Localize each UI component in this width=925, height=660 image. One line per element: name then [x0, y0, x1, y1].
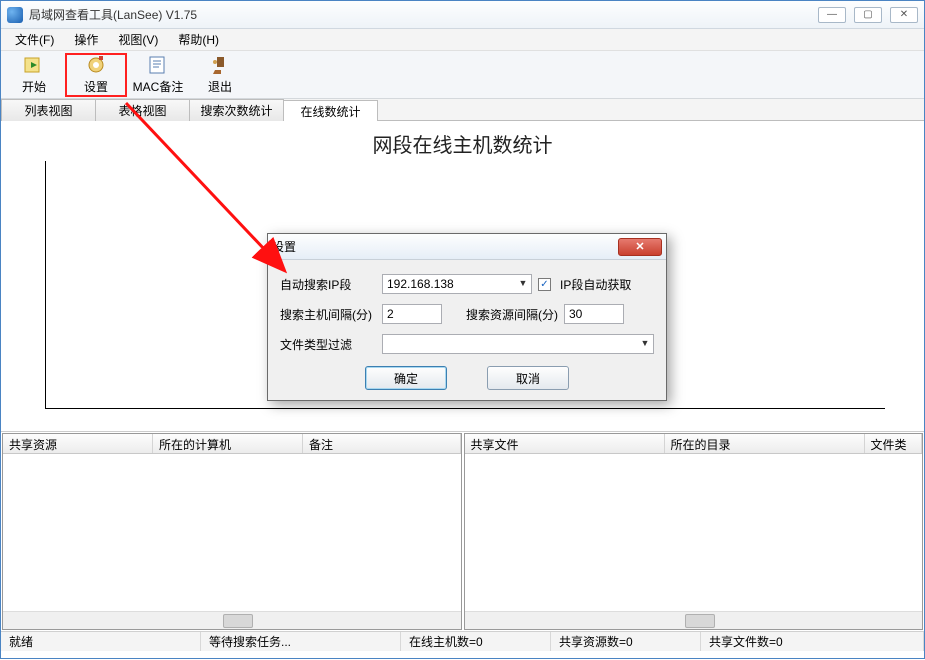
close-icon: ✕ — [635, 240, 644, 253]
col-file-type[interactable]: 文件类 — [865, 434, 923, 453]
res-interval-label: 搜索资源间隔(分) — [466, 306, 558, 323]
tab-online-stats[interactable]: 在线数统计 — [283, 100, 378, 122]
panel-left-body[interactable] — [3, 454, 461, 611]
exit-icon — [209, 54, 231, 76]
file-filter-input[interactable] — [382, 334, 654, 354]
tab-table-view[interactable]: 表格视图 — [95, 99, 190, 121]
scroll-thumb[interactable] — [685, 614, 715, 628]
exit-label: 退出 — [208, 78, 232, 95]
col-note[interactable]: 备注 — [303, 434, 461, 453]
toolbar: 开始 设置 MAC备注 退出 — [1, 51, 924, 99]
file-filter-label: 文件类型过滤 — [280, 336, 376, 353]
chevron-down-icon[interactable]: ▼ — [638, 336, 652, 350]
mac-note-button[interactable]: MAC备注 — [127, 53, 189, 97]
tab-strip: 列表视图 表格视图 搜索次数统计 在线数统计 — [1, 99, 924, 121]
panel-shared-files: 共享文件 所在的目录 文件类 — [464, 433, 924, 630]
mac-label: MAC备注 — [133, 78, 184, 95]
chart-title: 网段在线主机数统计 — [17, 129, 908, 158]
settings-label: 设置 — [84, 78, 108, 95]
cancel-button[interactable]: 取消 — [487, 366, 569, 390]
window-title: 局域网查看工具(LanSee) V1.75 — [29, 6, 197, 23]
status-waiting: 等待搜索任务... — [201, 632, 401, 651]
minimize-button[interactable]: — — [818, 7, 846, 23]
col-computer[interactable]: 所在的计算机 — [153, 434, 303, 453]
panel-right-scrollbar[interactable] — [465, 611, 923, 629]
panel-right-body[interactable] — [465, 454, 923, 611]
auto-get-label: IP段自动获取 — [560, 276, 631, 293]
menu-operate[interactable]: 操作 — [64, 29, 108, 50]
status-hosts: 在线主机数=0 — [401, 632, 551, 651]
dialog-body: 自动搜索IP段 ▼ ✓ IP段自动获取 搜索主机间隔(分) 搜索资源间隔(分) … — [268, 260, 666, 400]
host-interval-input[interactable] — [382, 304, 442, 324]
file-filter-combo[interactable]: ▼ — [382, 334, 654, 354]
exit-button[interactable]: 退出 — [189, 53, 251, 97]
auto-ip-label: 自动搜索IP段 — [280, 276, 376, 293]
ip-combo[interactable]: ▼ — [382, 274, 532, 294]
gear-icon — [85, 54, 107, 76]
window-controls: — ▢ ✕ — [818, 7, 918, 23]
col-share-file[interactable]: 共享文件 — [465, 434, 665, 453]
panel-shared-resources: 共享资源 所在的计算机 备注 — [2, 433, 462, 630]
status-shares: 共享资源数=0 — [551, 632, 701, 651]
app-icon — [7, 7, 23, 23]
bottom-panels: 共享资源 所在的计算机 备注 共享文件 所在的目录 文件类 — [1, 431, 924, 631]
menu-help[interactable]: 帮助(H) — [168, 29, 229, 50]
ip-input[interactable] — [382, 274, 532, 294]
scroll-thumb[interactable] — [223, 614, 253, 628]
auto-get-checkbox[interactable]: ✓ — [538, 278, 551, 291]
play-icon — [23, 54, 45, 76]
start-label: 开始 — [22, 78, 46, 95]
panel-left-header: 共享资源 所在的计算机 备注 — [3, 434, 461, 454]
note-icon — [147, 54, 169, 76]
tab-list-view[interactable]: 列表视图 — [1, 99, 96, 121]
title-bar: 局域网查看工具(LanSee) V1.75 — ▢ ✕ — [1, 1, 924, 29]
menu-view[interactable]: 视图(V) — [108, 29, 168, 50]
settings-button[interactable]: 设置 — [65, 53, 127, 97]
status-files: 共享文件数=0 — [701, 632, 924, 651]
menu-bar: 文件(F) 操作 视图(V) 帮助(H) — [1, 29, 924, 51]
start-button[interactable]: 开始 — [3, 53, 65, 97]
res-interval-input[interactable] — [564, 304, 624, 324]
dialog-title: 设置 — [272, 238, 296, 255]
menu-file[interactable]: 文件(F) — [5, 29, 64, 50]
dialog-titlebar[interactable]: 设置 ✕ — [268, 234, 666, 260]
settings-dialog: 设置 ✕ 自动搜索IP段 ▼ ✓ IP段自动获取 搜索主机间隔(分) 搜索资源间… — [267, 233, 667, 401]
host-interval-label: 搜索主机间隔(分) — [280, 306, 376, 323]
col-folder[interactable]: 所在的目录 — [665, 434, 865, 453]
ok-button[interactable]: 确定 — [365, 366, 447, 390]
dialog-close-button[interactable]: ✕ — [618, 238, 662, 256]
chevron-down-icon[interactable]: ▼ — [516, 276, 530, 290]
status-ready: 就绪 — [1, 632, 201, 651]
panel-right-header: 共享文件 所在的目录 文件类 — [465, 434, 923, 454]
col-share-resource[interactable]: 共享资源 — [3, 434, 153, 453]
tab-search-stats[interactable]: 搜索次数统计 — [189, 99, 284, 121]
status-bar: 就绪 等待搜索任务... 在线主机数=0 共享资源数=0 共享文件数=0 — [1, 631, 924, 651]
panel-left-scrollbar[interactable] — [3, 611, 461, 629]
close-button[interactable]: ✕ — [890, 7, 918, 23]
maximize-button[interactable]: ▢ — [854, 7, 882, 23]
